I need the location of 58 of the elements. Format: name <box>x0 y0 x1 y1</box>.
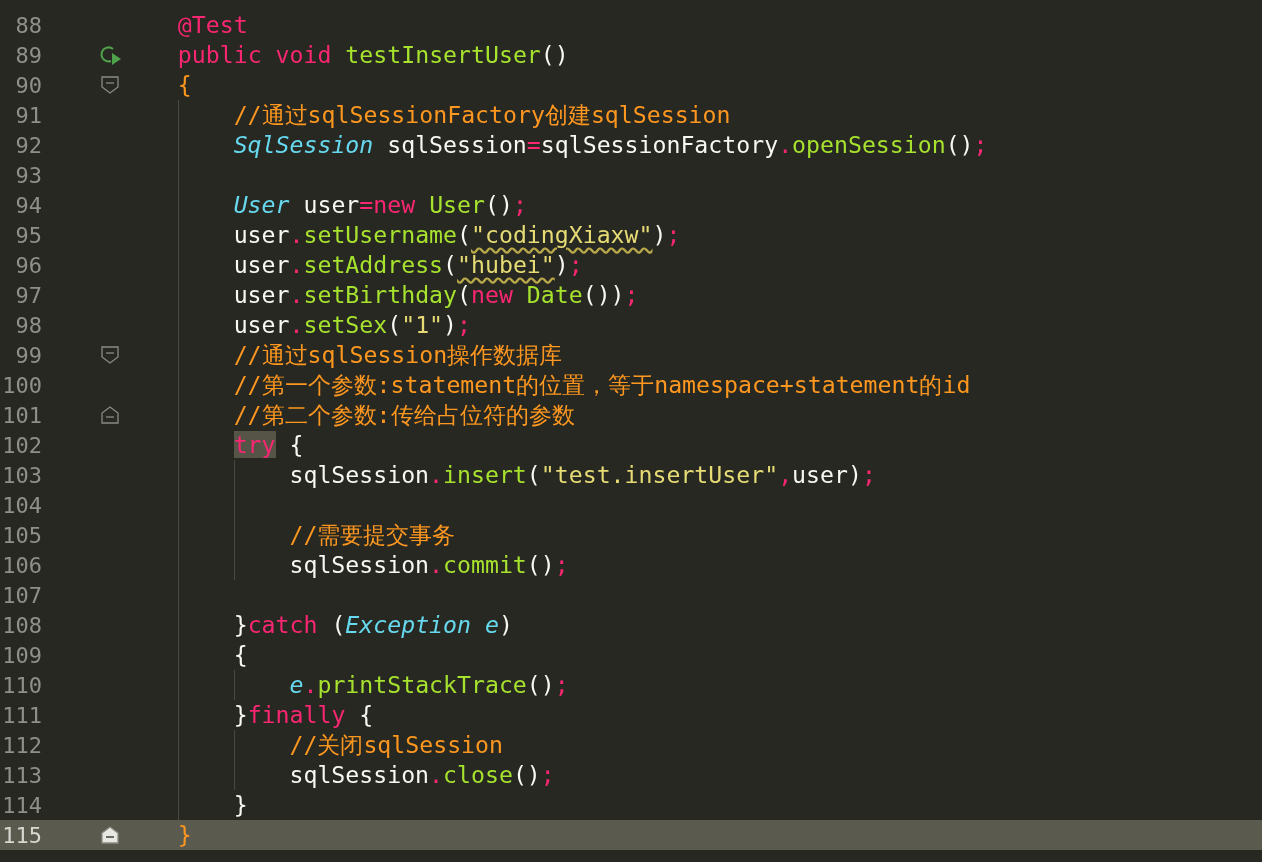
code-line: { <box>233 641 248 669</box>
code-line: public void testInsertUser() <box>177 41 569 69</box>
code-line: } <box>233 791 248 819</box>
code-line: @Test <box>177 11 248 39</box>
line-number: 114 <box>1 792 42 818</box>
code-line: user.setSex("1"); <box>233 311 472 339</box>
code-line: }finally { <box>233 701 374 729</box>
line-number: 88 <box>14 12 42 38</box>
line-number: 105 <box>1 522 42 548</box>
line-number: 92 <box>14 132 42 158</box>
line-number: 94 <box>14 192 42 218</box>
line-number: 108 <box>1 612 42 638</box>
line-number: 93 <box>14 162 42 188</box>
line-number: 97 <box>14 282 42 308</box>
code-line: e.printStackTrace(); <box>289 671 569 699</box>
line-number: 106 <box>1 552 42 578</box>
code-line: }catch (Exception e) <box>233 611 513 639</box>
line-number: 109 <box>1 642 42 668</box>
line-number: 107 <box>1 582 42 608</box>
code-line: sqlSession.insert("test.insertUser",user); <box>289 461 876 489</box>
line-number: 103 <box>1 462 42 488</box>
line-number: 111 <box>1 702 42 728</box>
line-number: 110 <box>1 672 42 698</box>
code-line: //通过sqlSessionFactory创建sqlSession <box>233 101 731 129</box>
line-number: 98 <box>14 312 42 338</box>
line-number: 101 <box>1 402 42 428</box>
line-number: 89 <box>14 42 42 68</box>
code-line: sqlSession.close(); <box>289 761 555 789</box>
code-line: User user=new User(); <box>233 191 527 219</box>
code-line: user.setBirthday(new Date()); <box>233 281 639 309</box>
run-icon[interactable] <box>98 44 122 66</box>
fold-icon[interactable] <box>101 76 119 94</box>
code-line: { <box>177 71 192 99</box>
line-number: 99 <box>14 342 42 368</box>
code-line: //需要提交事务 <box>289 521 456 549</box>
code-line: SqlSession sqlSession=sqlSessionFactory.openSession(); <box>233 131 988 159</box>
line-number: 91 <box>14 102 42 128</box>
code-line: //第二个参数:传给占位符的参数 <box>233 401 575 429</box>
code-line: user.setAddress("hubei"); <box>233 251 583 279</box>
line-number: 115 <box>1 822 42 848</box>
fold-icon[interactable] <box>101 826 119 844</box>
line-number: 112 <box>1 732 42 758</box>
line-number: 90 <box>14 72 42 98</box>
line-number: 95 <box>14 222 42 248</box>
fold-icon[interactable] <box>101 346 119 364</box>
code-line: try { <box>233 431 304 459</box>
code-line: //第一个参数:statement的位置，等于namespace+statement的id <box>233 371 971 399</box>
line-number: 102 <box>1 432 42 458</box>
code-line: } <box>177 821 192 849</box>
line-number: 104 <box>1 492 42 518</box>
code-line: user.setUsername("codingXiaxw"); <box>233 221 681 249</box>
code-line: //通过sqlSession操作数据库 <box>233 341 563 369</box>
code-line: sqlSession.commit(); <box>289 551 569 579</box>
code-line: //关闭sqlSession <box>289 731 503 759</box>
line-number: 96 <box>14 252 42 278</box>
line-number: 100 <box>1 372 42 398</box>
fold-icon[interactable] <box>101 406 119 424</box>
line-number: 113 <box>1 762 42 788</box>
